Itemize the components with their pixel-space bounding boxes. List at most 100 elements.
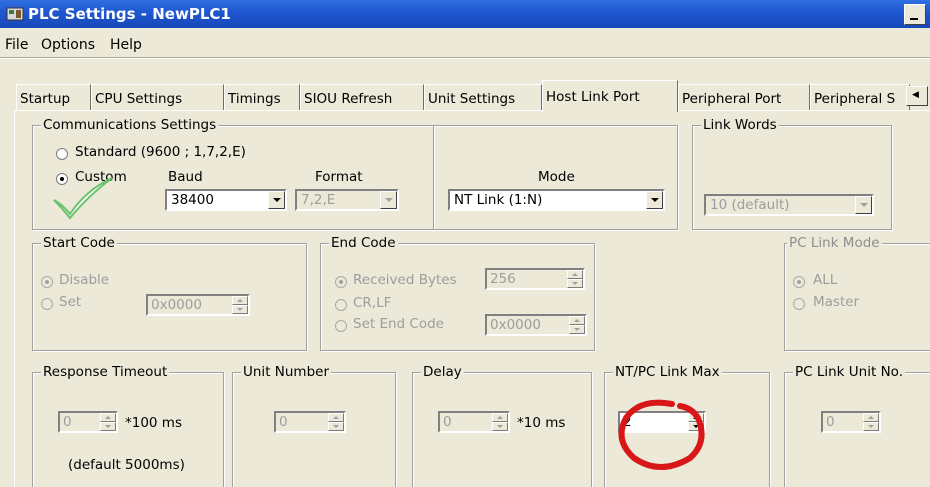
arrow-left-icon: ◀ bbox=[912, 90, 919, 100]
mode-value: NT Link (1:N) bbox=[454, 192, 543, 208]
received-bytes-value: 256 bbox=[490, 271, 516, 287]
crlf-radio bbox=[335, 299, 347, 311]
link-words-select: 10 (default) bbox=[704, 194, 874, 216]
tab-unit-settings[interactable]: Unit Settings bbox=[424, 84, 542, 110]
set-end-code-spinner: 0x0000 bbox=[485, 314, 587, 336]
master-radio bbox=[793, 298, 805, 310]
spin-down-icon bbox=[569, 325, 585, 334]
received-bytes-radio bbox=[335, 276, 347, 288]
menu-file[interactable]: File bbox=[5, 37, 28, 53]
spin-up-icon bbox=[232, 296, 248, 305]
start-code-legend: Start Code bbox=[41, 235, 117, 251]
pc-link-unit-no-group: PC Link Unit No. 0 bbox=[784, 364, 930, 487]
spin-down-icon bbox=[328, 422, 344, 431]
disable-label: Disable bbox=[59, 272, 110, 288]
delay-spinner: 0 bbox=[438, 411, 510, 433]
response-timeout-group: Response Timeout 0 *100 ms (default 5000… bbox=[32, 364, 224, 487]
chevron-down-icon bbox=[380, 191, 397, 209]
chevron-down-icon[interactable] bbox=[268, 191, 285, 209]
spin-down-icon bbox=[492, 422, 508, 431]
start-code-spinner: 0x0000 bbox=[146, 294, 250, 316]
link-words-value: 10 (default) bbox=[710, 197, 790, 213]
spin-down-icon bbox=[567, 279, 583, 288]
response-timeout-legend: Response Timeout bbox=[41, 364, 170, 380]
spin-up-icon bbox=[492, 413, 508, 422]
chevron-down-icon bbox=[855, 196, 872, 214]
delay-group: Delay 0 *10 ms bbox=[412, 364, 592, 487]
response-timeout-spinner: 0 bbox=[58, 411, 118, 433]
set-label: Set bbox=[59, 294, 82, 310]
menu-bar: File Options Help bbox=[0, 30, 930, 56]
spin-up-icon bbox=[569, 316, 585, 325]
pc-link-mode-legend: PC Link Mode bbox=[787, 235, 882, 251]
format-label: Format bbox=[315, 169, 363, 185]
response-timeout-unit: *100 ms bbox=[125, 415, 182, 431]
crlf-label: CR,LF bbox=[353, 295, 392, 311]
standard-radio[interactable] bbox=[56, 148, 68, 160]
plc-app-icon bbox=[6, 7, 24, 21]
link-words-legend: Link Words bbox=[701, 117, 779, 133]
pc-link-unit-no-spinner: 0 bbox=[821, 411, 881, 433]
set-end-code-label: Set End Code bbox=[353, 316, 444, 332]
unit-number-spinner: 0 bbox=[274, 411, 346, 433]
checkmark-annotation-icon bbox=[53, 177, 113, 220]
menu-separator bbox=[0, 57, 930, 59]
baud-label: Baud bbox=[168, 169, 203, 185]
format-select: 7,2,E bbox=[295, 189, 399, 211]
minimize-button[interactable] bbox=[904, 4, 926, 25]
pc-link-unit-no-value: 0 bbox=[826, 414, 835, 430]
communications-settings-group: Communications Settings Standard (9600 ;… bbox=[32, 117, 678, 230]
start-code-group: Start Code Disable Set 0x0000 bbox=[32, 235, 307, 351]
baud-value: 38400 bbox=[171, 192, 214, 208]
baud-select[interactable]: 38400 bbox=[165, 189, 287, 211]
red-circle-annotation-icon bbox=[618, 399, 705, 470]
tab-host-link-port[interactable]: Host Link Port bbox=[542, 80, 678, 112]
format-value: 7,2,E bbox=[301, 192, 336, 208]
tab-peripheral-port[interactable]: Peripheral Port bbox=[678, 84, 810, 110]
menu-options[interactable]: Options bbox=[41, 37, 95, 53]
tab-peripheral-s[interactable]: Peripheral S bbox=[810, 84, 910, 110]
tab-siou-refresh[interactable]: SIOU Refresh bbox=[300, 84, 424, 110]
all-radio bbox=[793, 276, 805, 288]
set-end-code-value: 0x0000 bbox=[490, 317, 541, 333]
communications-settings-legend: Communications Settings bbox=[41, 117, 219, 133]
master-label: Master bbox=[813, 294, 860, 310]
spin-up-icon bbox=[100, 413, 116, 422]
unit-number-value: 0 bbox=[279, 414, 288, 430]
response-timeout-note: (default 5000ms) bbox=[68, 457, 185, 473]
mode-select[interactable]: NT Link (1:N) bbox=[448, 189, 665, 211]
link-words-group: Link Words 10 (default) bbox=[692, 117, 892, 230]
delay-value: 0 bbox=[443, 414, 452, 430]
pc-link-mode-group: PC Link Mode ALL Master bbox=[784, 235, 930, 351]
delay-legend: Delay bbox=[421, 364, 464, 380]
standard-label: Standard (9600 ; 1,7,2,E) bbox=[75, 144, 246, 160]
unit-number-group: Unit Number 0 bbox=[232, 364, 396, 487]
spin-down-icon bbox=[232, 305, 248, 314]
tab-startup[interactable]: Startup bbox=[16, 84, 91, 110]
tab-cpu-settings[interactable]: CPU Settings bbox=[91, 84, 224, 110]
chevron-down-icon[interactable] bbox=[646, 191, 663, 209]
pc-link-unit-no-legend: PC Link Unit No. bbox=[793, 364, 905, 380]
title-bar: PLC Settings - NewPLC1 bbox=[0, 0, 930, 28]
window-title: PLC Settings - NewPLC1 bbox=[28, 5, 231, 23]
tab-timings[interactable]: Timings bbox=[224, 84, 300, 110]
set-radio bbox=[41, 298, 53, 310]
delay-unit: *10 ms bbox=[517, 415, 566, 431]
all-label: ALL bbox=[813, 272, 838, 288]
received-bytes-spinner: 256 bbox=[485, 268, 585, 290]
set-end-code-radio bbox=[335, 320, 347, 332]
start-code-value: 0x0000 bbox=[151, 297, 202, 313]
received-bytes-label: Received Bytes bbox=[353, 272, 457, 288]
spin-up-icon bbox=[567, 270, 583, 279]
spin-up-icon bbox=[328, 413, 344, 422]
spin-up-icon bbox=[863, 413, 879, 422]
unit-number-legend: Unit Number bbox=[241, 364, 332, 380]
end-code-legend: End Code bbox=[329, 235, 398, 251]
spin-down-icon bbox=[100, 422, 116, 431]
disable-radio bbox=[41, 276, 53, 288]
menu-help[interactable]: Help bbox=[110, 37, 142, 53]
nt-pc-link-max-legend: NT/PC Link Max bbox=[613, 364, 722, 380]
spin-down-icon bbox=[863, 422, 879, 431]
mode-label: Mode bbox=[538, 169, 575, 185]
tab-scroll-left-button[interactable]: ◀ bbox=[906, 86, 928, 106]
